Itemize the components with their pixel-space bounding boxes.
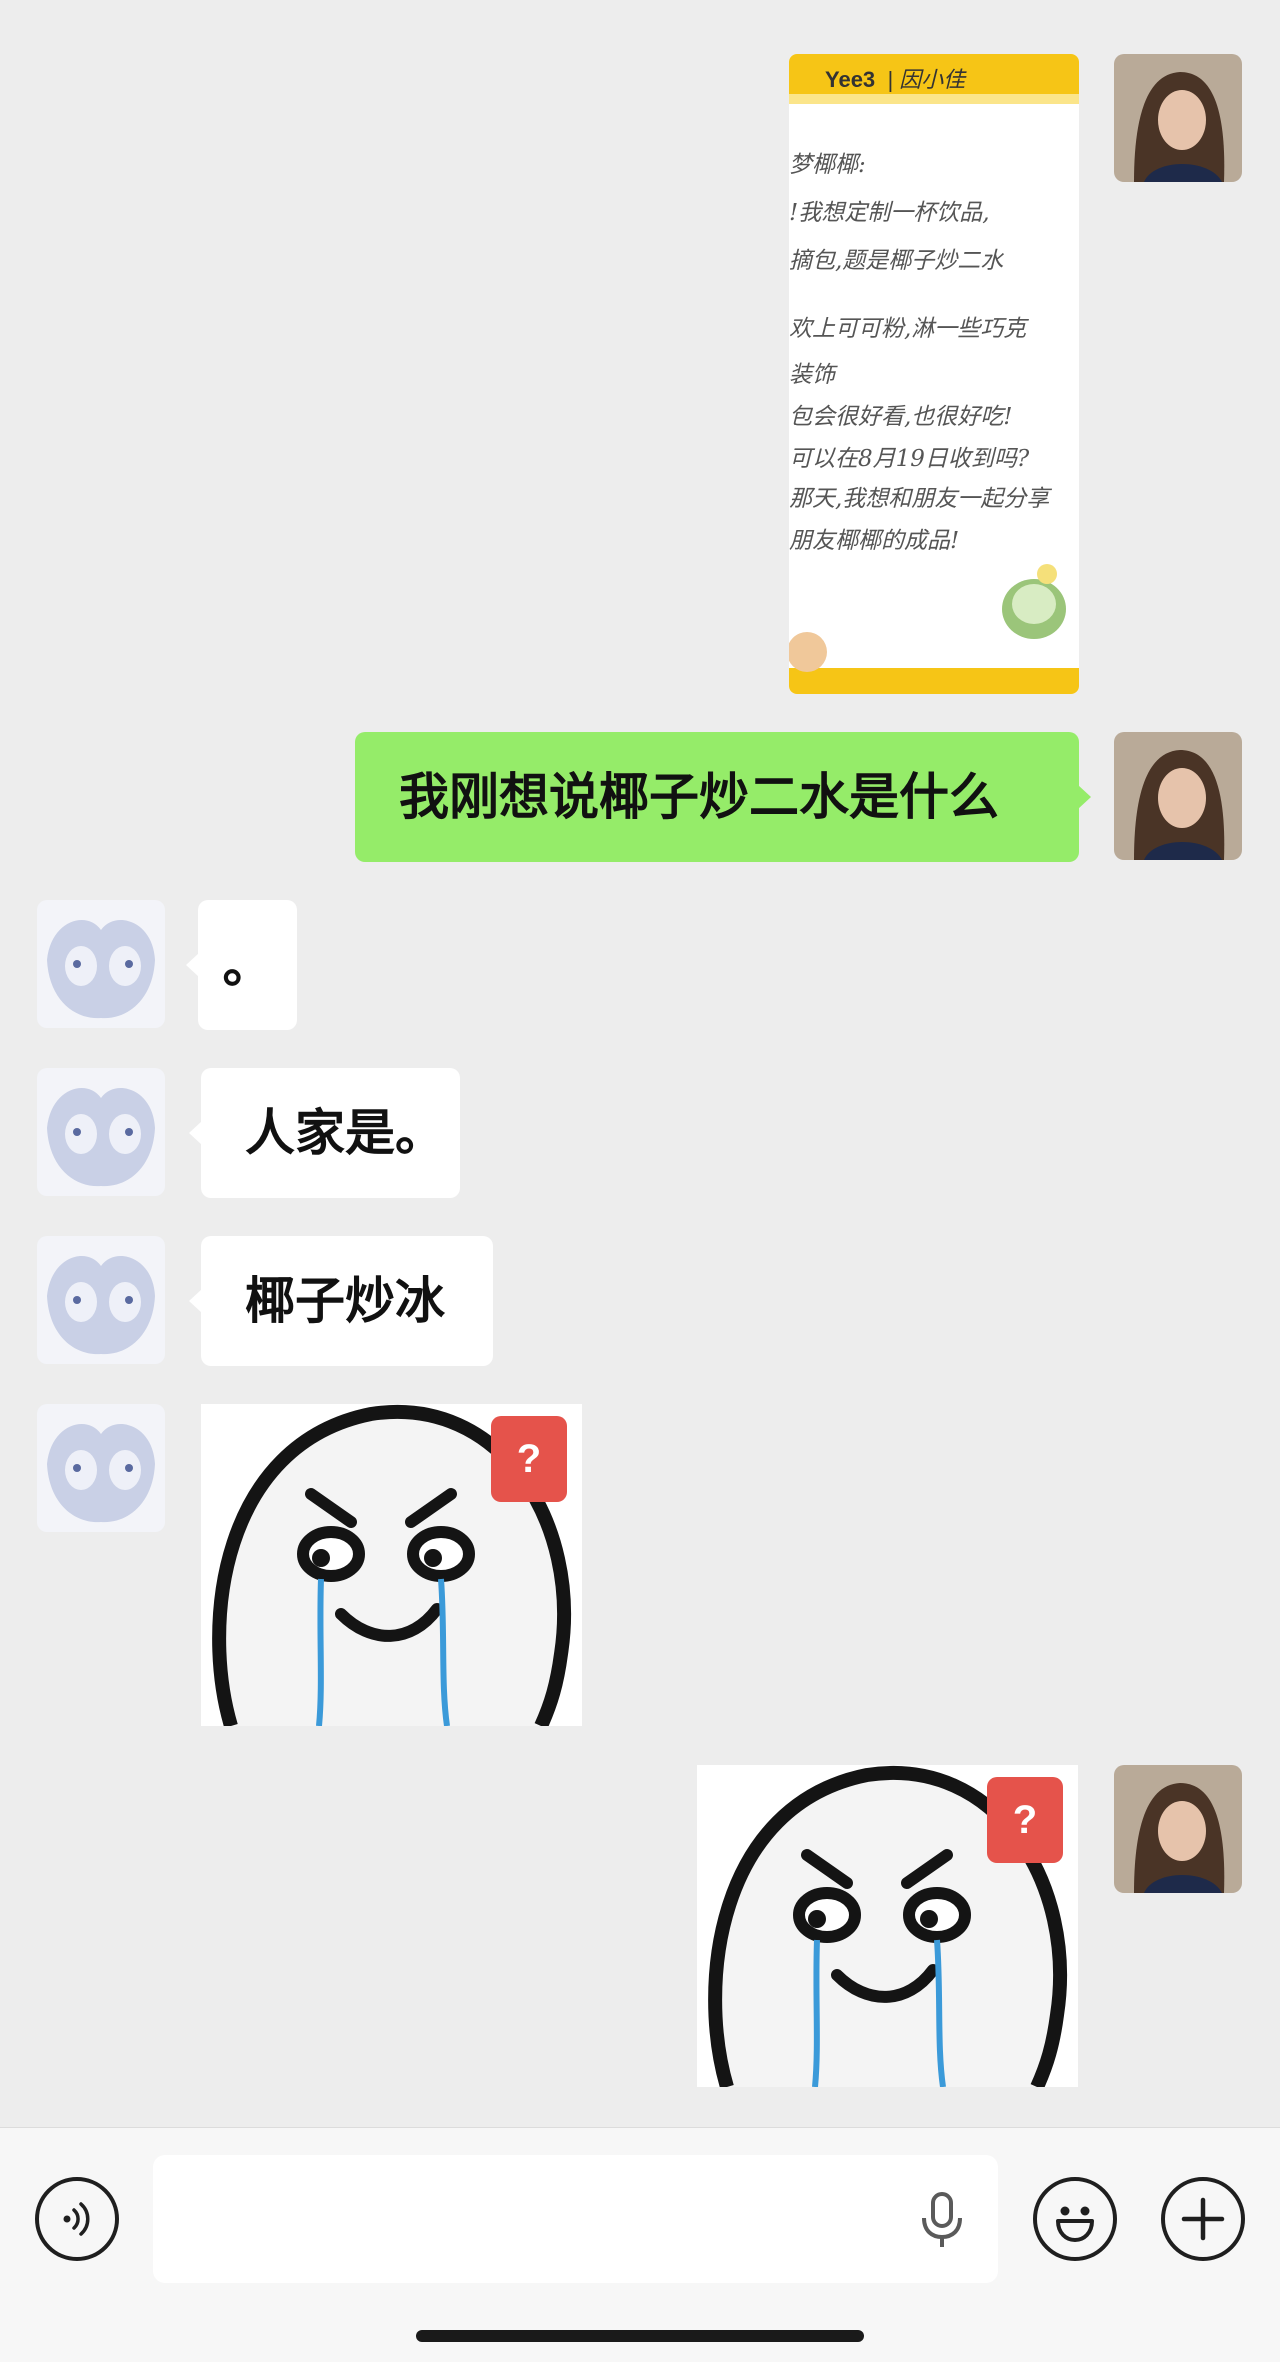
more-options-button[interactable] [1161, 2177, 1245, 2261]
note-line: 摘包,题是椰子炒二水 [789, 248, 1004, 274]
note-line: 梦椰椰: [789, 152, 866, 178]
message-text: 我刚想说椰子炒二水是什么 [399, 768, 999, 826]
message-text: 人家是。 [245, 1104, 445, 1162]
anime-girls-sketch-icon [37, 900, 165, 1028]
chat-input-bar [0, 2127, 1280, 2362]
contact-avatar[interactable] [37, 1404, 165, 1532]
received-message-bubble[interactable]: 。 [186, 900, 297, 1030]
contact-avatar[interactable] [37, 900, 165, 1028]
contact-avatar[interactable] [37, 1236, 165, 1364]
received-message-bubble[interactable]: 人家是。 [189, 1068, 460, 1198]
received-sticker[interactable]: ? [201, 1404, 582, 1726]
note-header: Yee3 | 因小佳 [825, 62, 965, 94]
contact-avatar[interactable] [37, 1068, 165, 1196]
question-badge-label: ? [1012, 1797, 1038, 1842]
microphone-button[interactable] [912, 2190, 972, 2250]
note-line: 包会很好看,也很好吃! [789, 404, 1013, 430]
anime-girls-sketch-icon [37, 1236, 165, 1364]
my-avatar[interactable] [1114, 54, 1242, 182]
note-line: 那天,我想和朋友一起分享 [789, 486, 1050, 512]
sent-note-image[interactable]: Yee3 | 因小佳 梦椰椰: !我想定制一杯饮品, 摘包,题是椰子炒二水 欢上… [789, 54, 1079, 694]
woman-portrait-icon [1114, 54, 1242, 182]
note-line: 朋友椰椰的成品! [789, 528, 960, 554]
woman-portrait-icon [1114, 1765, 1242, 1893]
sent-message-bubble[interactable]: 我刚想说椰子炒二水是什么 [355, 732, 1091, 862]
message-input[interactable] [153, 2155, 998, 2283]
home-indicator[interactable] [416, 2330, 864, 2342]
note-line: 欢上可可粉,淋一些巧克 [789, 316, 1027, 342]
voice-mode-button[interactable] [35, 2177, 119, 2261]
smiley-face-icon [1056, 2206, 1094, 2242]
message-text: 椰子炒冰 [245, 1272, 445, 1330]
note-line: 可以在8月19日收到吗? [789, 446, 1030, 472]
woman-portrait-icon [1114, 732, 1242, 860]
anime-girls-sketch-icon [37, 1068, 165, 1196]
emoji-button[interactable] [1033, 2177, 1117, 2261]
received-message-bubble[interactable]: 椰子炒冰 [189, 1236, 493, 1366]
message-text: 。 [222, 936, 273, 994]
anime-girls-sketch-icon [37, 1404, 165, 1532]
my-avatar[interactable] [1114, 732, 1242, 860]
my-avatar[interactable] [1114, 1765, 1242, 1893]
note-line: 装饰 [789, 362, 835, 388]
note-brand: Yee3 [825, 67, 876, 92]
note-brand-sub: | 因小佳 [887, 67, 966, 92]
microphone-icon [922, 2192, 962, 2247]
sent-sticker[interactable]: ? [697, 1765, 1078, 2087]
question-badge-label: ? [516, 1436, 542, 1481]
plus-icon [1181, 2197, 1225, 2241]
note-line: !我想定制一杯饮品, [789, 200, 990, 226]
voice-wave-icon [63, 2202, 90, 2236]
